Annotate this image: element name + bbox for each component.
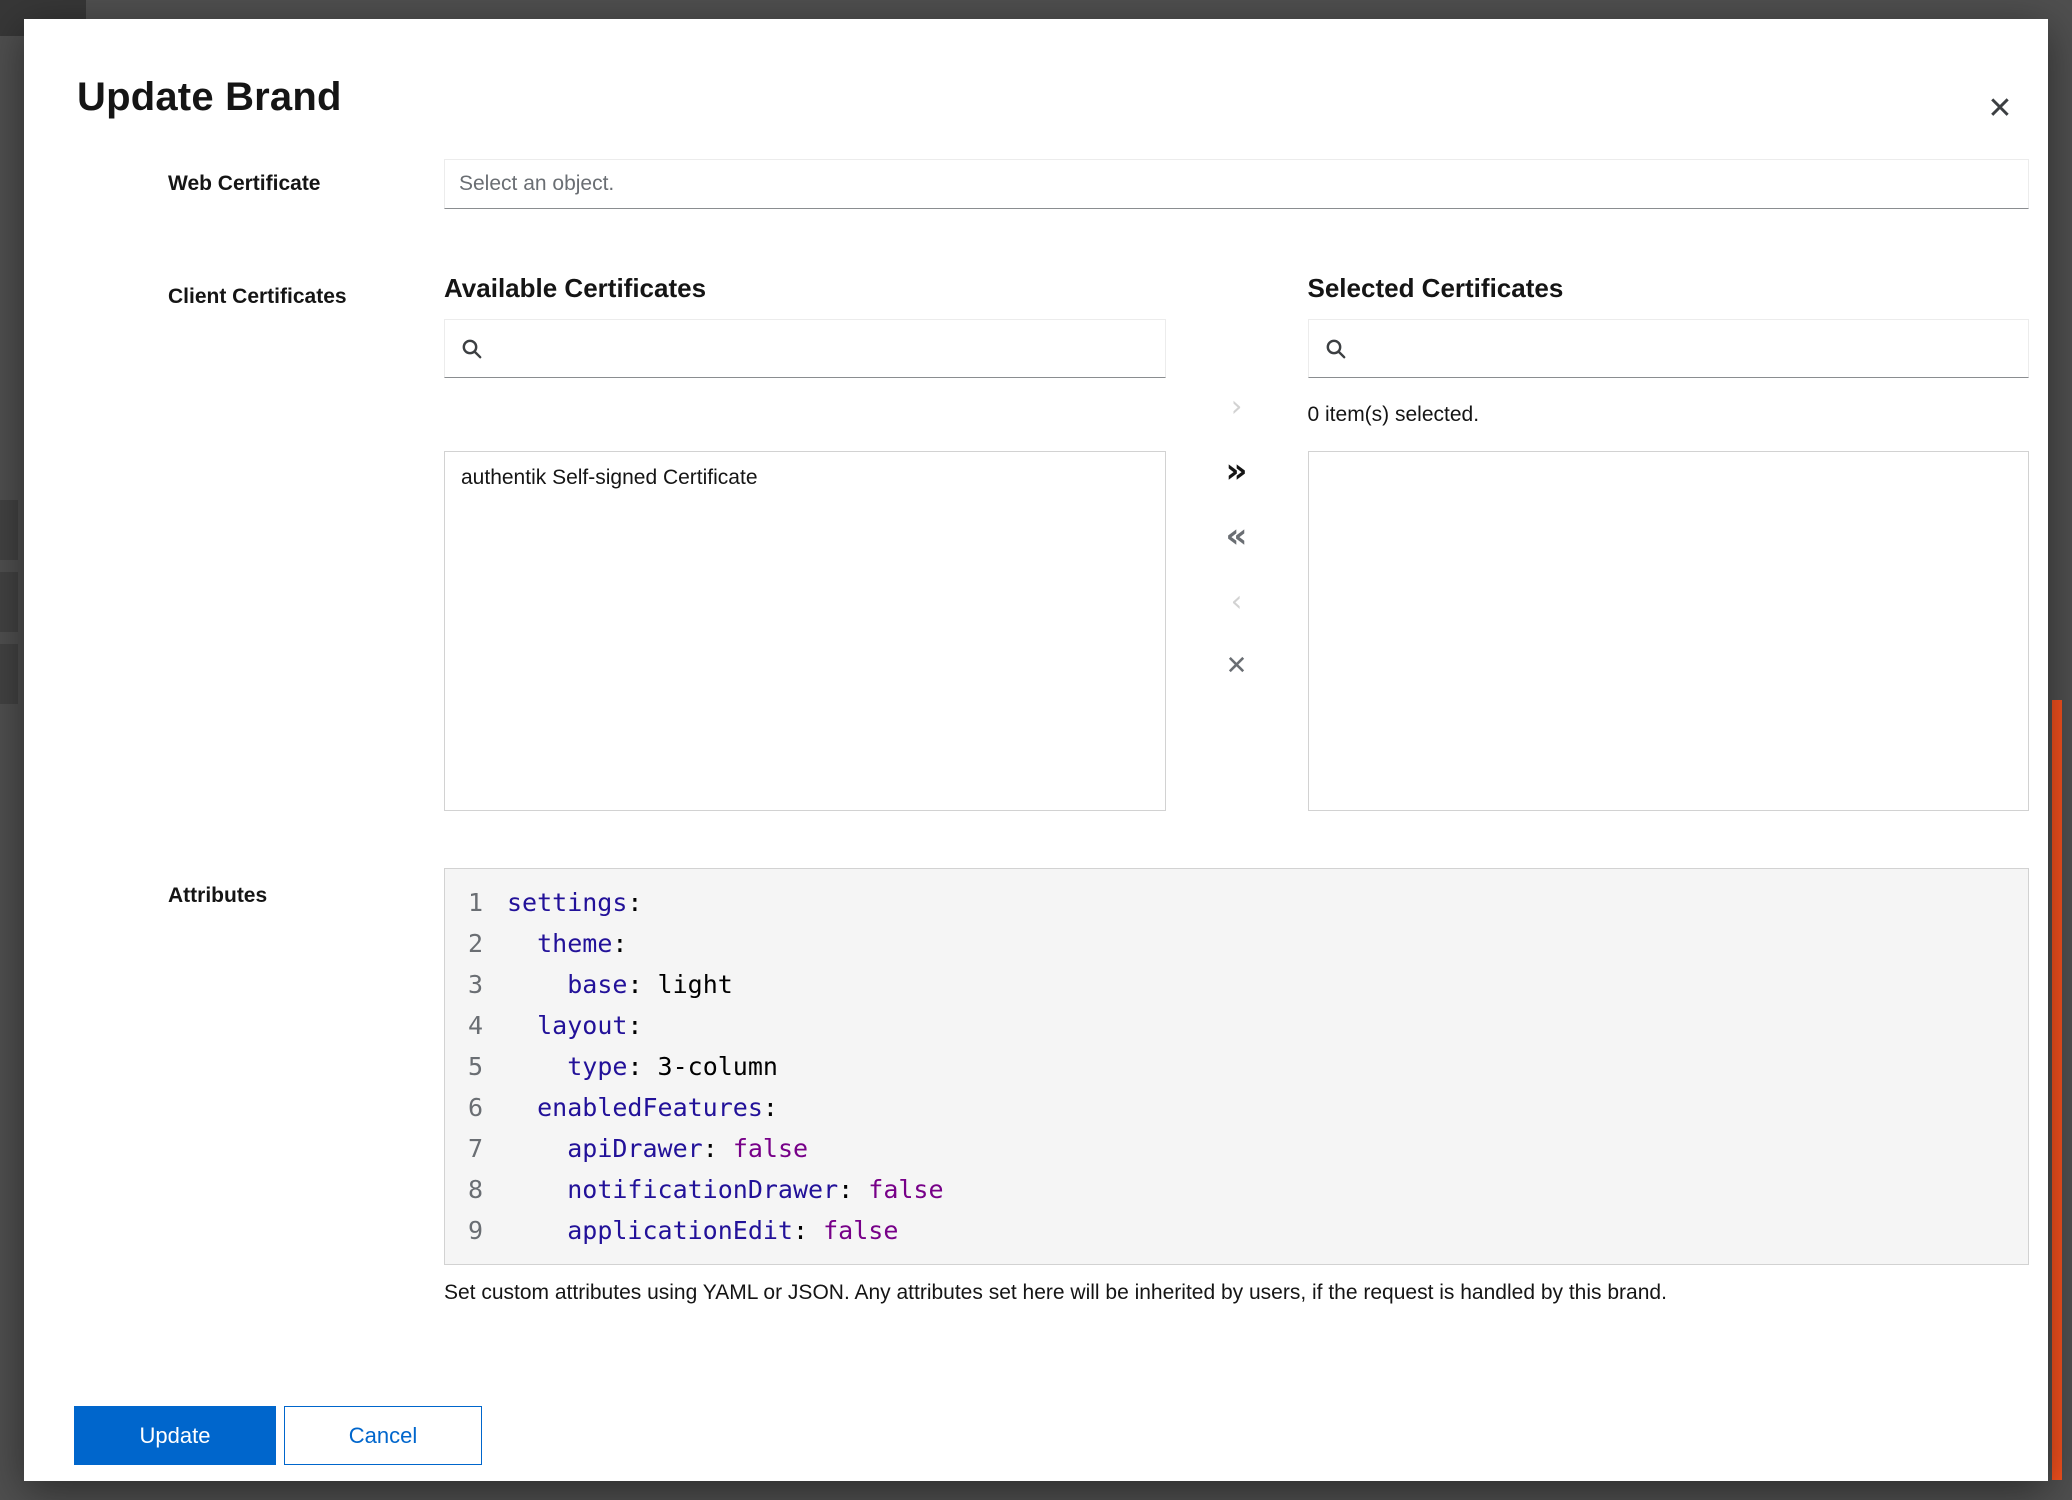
web-certificate-row: Web Certificate bbox=[24, 159, 2048, 209]
selected-status-row: 0 item(s) selected. bbox=[1308, 378, 2030, 451]
available-list-gap bbox=[444, 378, 1166, 451]
code-line-numbers: 123456789 bbox=[445, 869, 495, 1264]
line-number: 6 bbox=[445, 1087, 483, 1128]
update-button[interactable]: Update bbox=[74, 1406, 276, 1465]
code-content[interactable]: settings: theme: base: light layout: typ… bbox=[495, 869, 2028, 1264]
backdrop-artifact bbox=[0, 500, 18, 560]
line-number: 4 bbox=[445, 1005, 483, 1046]
available-search-box bbox=[444, 319, 1166, 378]
selected-search-input[interactable] bbox=[1359, 337, 2013, 361]
available-heading: Available Certificates bbox=[444, 273, 1166, 303]
client-certificates-label: Client Certificates bbox=[168, 273, 444, 309]
attributes-label: Attributes bbox=[168, 868, 444, 908]
code-line: theme: bbox=[507, 923, 2028, 964]
cancel-button[interactable]: Cancel bbox=[284, 1406, 482, 1465]
code-line: base: light bbox=[507, 964, 2028, 1005]
transfer-move-all-right-button[interactable]: » bbox=[1205, 444, 1269, 499]
selected-list[interactable] bbox=[1308, 451, 2030, 811]
selected-heading: Selected Certificates bbox=[1308, 273, 2030, 303]
page-accent-bar bbox=[2052, 700, 2062, 1480]
available-search-input[interactable] bbox=[495, 337, 1149, 361]
close-icon[interactable]: ✕ bbox=[1980, 89, 2020, 129]
line-number: 3 bbox=[445, 964, 483, 1005]
attributes-field: 123456789 settings: theme: base: light l… bbox=[444, 868, 2029, 1307]
search-icon bbox=[1325, 338, 1347, 360]
client-certificates-row: Client Certificates Available Certificat… bbox=[24, 273, 2048, 811]
line-number: 1 bbox=[445, 882, 483, 923]
attributes-row: Attributes 123456789 settings: theme: ba… bbox=[24, 868, 2048, 1307]
code-line: type: 3-column bbox=[507, 1046, 2028, 1087]
web-certificate-label: Web Certificate bbox=[168, 172, 444, 196]
line-number: 2 bbox=[445, 923, 483, 964]
search-icon bbox=[461, 338, 483, 360]
line-number: 8 bbox=[445, 1169, 483, 1210]
available-pane: Available Certificates authentik Self-si… bbox=[444, 273, 1166, 811]
selected-pane: Selected Certificates 0 item(s) selected… bbox=[1308, 273, 2030, 811]
backdrop-artifact bbox=[0, 644, 18, 704]
update-brand-modal: Update Brand ✕ Web Certificate Client Ce… bbox=[24, 19, 2048, 1481]
backdrop-artifact bbox=[0, 572, 18, 632]
code-line: settings: bbox=[507, 882, 2028, 923]
transfer-move-all-left-button[interactable]: « bbox=[1205, 509, 1269, 564]
code-line: notificationDrawer: false bbox=[507, 1169, 2028, 1210]
update-brand-form: Web Certificate Client Certificates Avai… bbox=[24, 159, 2048, 1307]
list-item[interactable]: authentik Self-signed Certificate bbox=[445, 452, 1165, 504]
code-line: apiDrawer: false bbox=[507, 1128, 2028, 1169]
transfer-clear-selection-button[interactable]: ✕ bbox=[1205, 639, 1269, 694]
code-line: applicationEdit: false bbox=[507, 1210, 2028, 1251]
transfer-controls: › » « ‹ ✕ bbox=[1166, 273, 1308, 811]
modal-title: Update Brand bbox=[77, 75, 342, 120]
selected-count-status: 0 item(s) selected. bbox=[1308, 403, 1480, 427]
available-list[interactable]: authentik Self-signed Certificate bbox=[444, 451, 1166, 811]
attributes-code-editor[interactable]: 123456789 settings: theme: base: light l… bbox=[444, 868, 2029, 1265]
selected-search-box bbox=[1308, 319, 2030, 378]
transfer-move-selected-right-button[interactable]: › bbox=[1205, 379, 1269, 434]
line-number: 5 bbox=[445, 1046, 483, 1087]
dual-list-selector: Available Certificates authentik Self-si… bbox=[444, 273, 2029, 811]
attributes-help-text: Set custom attributes using YAML or JSON… bbox=[444, 1279, 2029, 1307]
line-number: 7 bbox=[445, 1128, 483, 1169]
code-line: enabledFeatures: bbox=[507, 1087, 2028, 1128]
web-certificate-select[interactable] bbox=[444, 159, 2029, 209]
modal-footer: Update Cancel bbox=[74, 1406, 482, 1465]
code-line: layout: bbox=[507, 1005, 2028, 1046]
transfer-move-selected-left-button[interactable]: ‹ bbox=[1205, 574, 1269, 629]
line-number: 9 bbox=[445, 1210, 483, 1251]
